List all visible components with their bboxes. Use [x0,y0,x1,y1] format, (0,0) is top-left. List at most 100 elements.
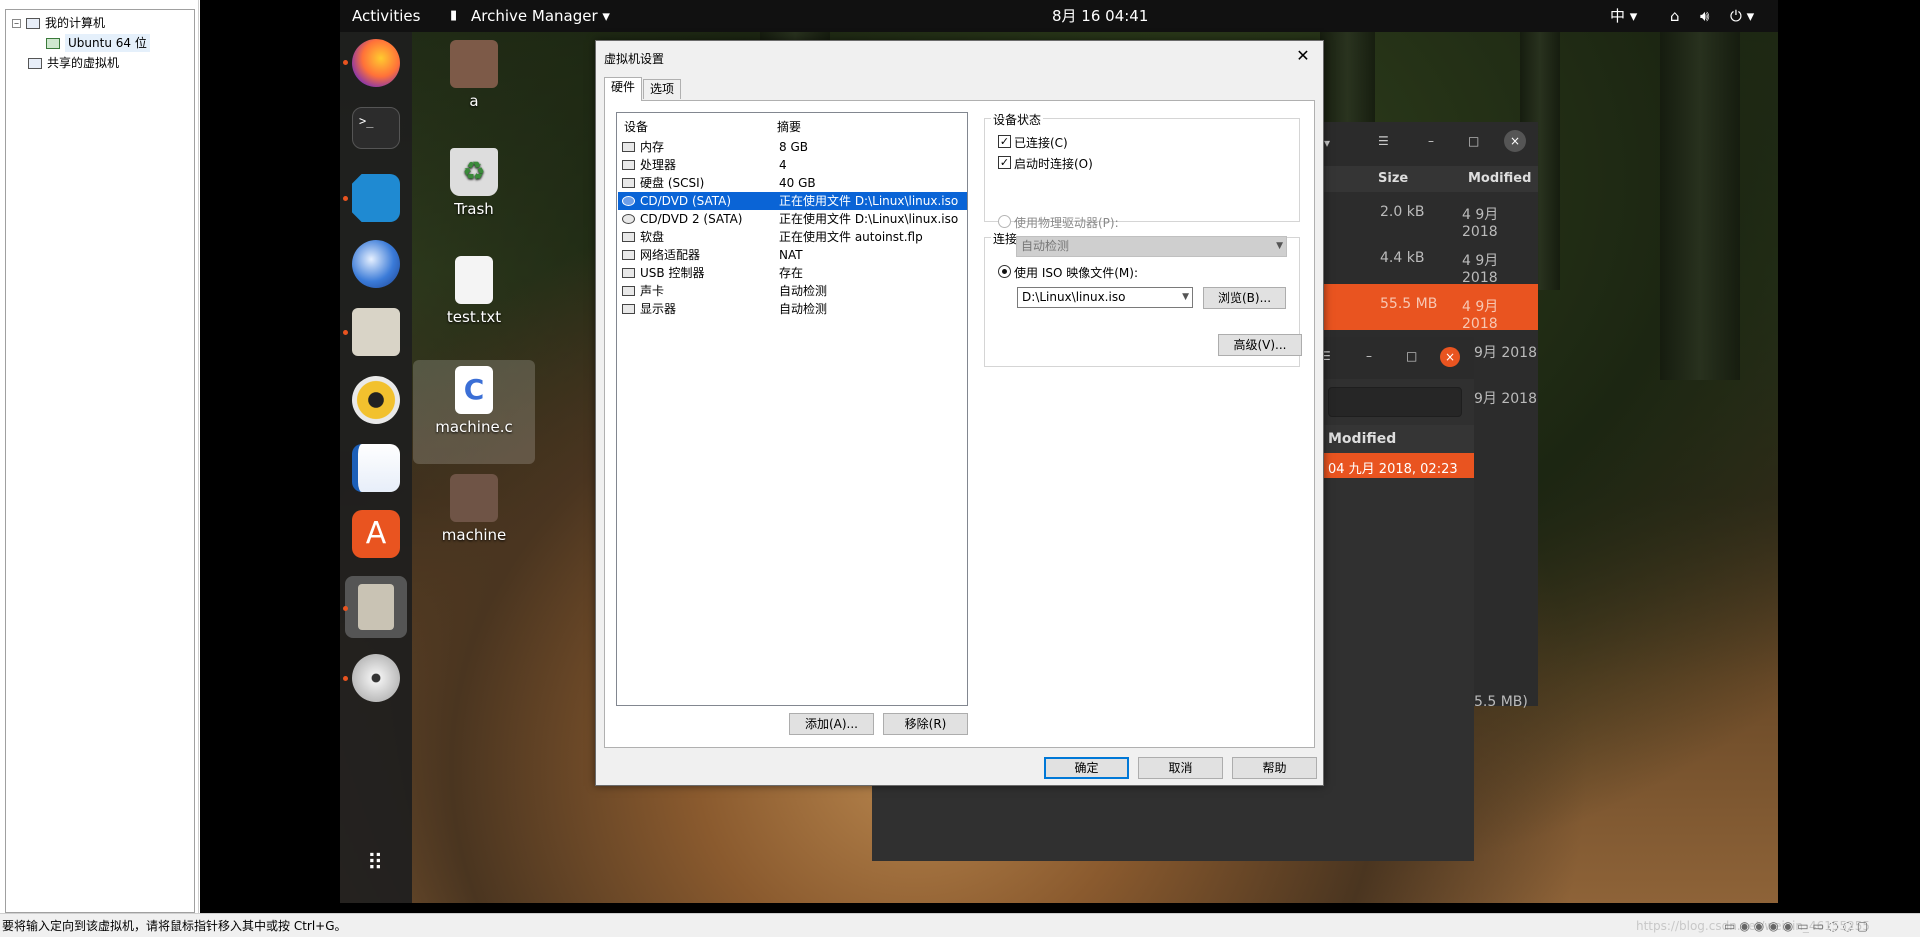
device-name: 内存 [640,140,665,154]
desktop-icon-machine[interactable]: machine [424,474,524,544]
app-grid-icon[interactable]: ⠿ [352,842,400,890]
tree-item-label: Ubuntu 64 位 [65,34,150,52]
table-row-selected[interactable]: 55.5 MB 4 9月 2018 [1294,284,1538,332]
memory-icon [622,142,635,152]
writer-icon[interactable] [352,444,400,492]
tab-options[interactable]: 选项 [643,79,682,99]
physical-drive-label[interactable]: 使用物理驱动器(P): [1014,214,1119,231]
browse-button[interactable]: 浏览(B)... [1203,287,1286,309]
files-icon[interactable] [352,308,400,356]
device-list[interactable]: 设备 摘要 内存 8 GB 处理器 4 硬盘 (SCSI) 40 GB CD/DVD … [616,112,968,706]
headerbar: ▾ ☰ – □ × [1294,122,1538,166]
power-icon[interactable]: ⏻ ▾ [1730,0,1754,32]
close-button[interactable]: ✕ [1291,45,1315,67]
device-row-display[interactable]: 显示器 自动检测 [618,300,967,318]
app-menu[interactable]: Archive Manager ▾ [471,0,610,32]
column-modified[interactable]: Modified [1468,166,1531,192]
device-row-sound[interactable]: 声卡 自动检测 [618,282,967,300]
running-indicator [343,60,348,65]
connect-on-start-label[interactable]: 启动时连接(O) [1014,155,1093,172]
tab-hardware[interactable]: 硬件 [604,77,643,101]
menu-icon[interactable]: ☰ [1378,134,1389,148]
status-bar: 要将输入定向到该虚拟机，请将鼠标指针移入其中或按 Ctrl+G。 https:/… [0,913,1920,937]
text-file-icon [455,256,493,304]
input-method-indicator[interactable]: 中 ▾ [1610,0,1637,32]
desktop-icon-test-txt[interactable]: test.txt [424,256,524,326]
software-icon[interactable]: A [352,510,400,558]
volume-icon[interactable]: 🔊︎ [1700,0,1709,32]
floppy-icon [622,232,635,242]
usb-icon [622,268,635,278]
tree-item-shared-vms[interactable]: 共享的虚拟机 [28,54,119,72]
column-summary[interactable]: 摘要 [777,118,801,135]
device-row-usb[interactable]: USB 控制器 存在 [618,264,967,282]
column-device[interactable]: 设备 [624,118,648,135]
tree-item-ubuntu[interactable]: Ubuntu 64 位 [46,34,150,52]
connected-label[interactable]: 已连接(C) [1014,134,1068,151]
cd-icon [622,196,635,206]
dvd-icon[interactable] [352,654,400,702]
device-name: 软盘 [640,230,665,244]
device-row-hard-disk[interactable]: 硬盘 (SCSI) 40 GB [618,174,967,192]
ubuntu-dock: >_ A ⠿ [340,32,412,903]
device-status-icons[interactable]: ▭◉◉◉◉▭▭◌◌▢ [1724,914,1872,938]
iso-path-combobox[interactable]: D:\Linux\linux.iso ▼ [1017,287,1193,308]
running-indicator [343,676,348,681]
device-row-memory[interactable]: 内存 8 GB [618,138,967,156]
device-row-cd-dvd-2[interactable]: CD/DVD 2 (SATA) 正在使用文件 D:\Linux\linux.iso [618,210,967,228]
cell-size: 2.0 kB [1380,204,1425,220]
minimize-icon[interactable]: – [1428,134,1434,148]
chevron-down-icon: ▼ [1182,292,1189,302]
connected-checkbox[interactable]: ✓ [998,135,1011,148]
column-size[interactable]: Size [1378,166,1408,192]
tree-item-my-computer[interactable]: − 我的计算机 [12,14,105,32]
firefox-icon[interactable] [352,39,400,87]
table-row[interactable]: 4.4 kB 4 9月 2018 [1294,238,1538,286]
archive-icon[interactable] [358,584,394,630]
close-icon[interactable]: × [1504,130,1526,152]
location-field[interactable] [1328,387,1462,417]
desktop-icon-machine-c[interactable]: C machine.c [413,360,535,464]
use-iso-radio[interactable] [998,265,1011,278]
physical-drive-radio[interactable] [998,215,1011,228]
desktop-icon-home[interactable]: a [424,40,524,110]
maximize-icon[interactable]: □ [1406,349,1417,363]
view-icon[interactable]: ▾ [1324,136,1330,150]
maximize-icon[interactable]: □ [1468,134,1479,148]
cancel-button[interactable]: 取消 [1138,757,1223,779]
trash-icon: ♻ [450,148,498,196]
vm-settings-dialog: 虚拟机设置 ✕ 硬件 选项 设备 摘要 内存 8 GB 处理器 4 硬盘 (SCSI… [595,40,1324,786]
activities-button[interactable]: Activities [352,0,420,32]
column-modified[interactable]: Modified [1328,431,1396,447]
collapse-icon[interactable]: − [12,18,21,28]
add-button[interactable]: 添加(A)... [789,713,874,735]
desktop-icon-trash[interactable]: ♻ Trash [424,148,524,218]
minimize-icon[interactable]: – [1366,349,1372,363]
network-icon[interactable]: ⌂ [1670,0,1680,32]
thunderbird-icon[interactable] [352,240,400,288]
clock[interactable]: 8月 16 04:41 [1052,0,1148,32]
device-row-cd-dvd[interactable]: CD/DVD (SATA) 正在使用文件 D:\Linux\linux.iso [618,192,967,210]
connect-on-start-checkbox[interactable]: ✓ [998,156,1011,169]
advanced-button[interactable]: 高级(V)... [1218,334,1302,356]
device-summary: 存在 [779,266,804,280]
use-iso-label[interactable]: 使用 ISO 映像文件(M): [1014,264,1138,281]
terminal-icon[interactable]: >_ [352,107,400,149]
device-name: CD/DVD (SATA) [640,194,732,208]
remove-button[interactable]: 移除(R) [883,713,968,735]
ok-button[interactable]: 确定 [1044,757,1129,779]
dialog-title: 虚拟机设置 [604,52,665,66]
close-icon[interactable]: × [1440,347,1460,367]
device-name: 硬盘 (SCSI) [640,176,705,190]
device-row-processor[interactable]: 处理器 4 [618,156,967,174]
chevron-down-icon: ▼ [1276,241,1283,251]
wallpaper-tree [1660,30,1740,380]
help-button[interactable]: 帮助 [1232,757,1317,779]
vscode-icon[interactable] [352,174,400,222]
device-row-floppy[interactable]: 软盘 正在使用文件 autoinst.flp [618,228,967,246]
computer-icon [26,17,40,29]
device-row-network[interactable]: 网络适配器 NAT [618,246,967,264]
table-row[interactable]: 2.0 kB 4 9月 2018 [1294,192,1538,240]
auto-detect-dropdown[interactable]: 自动检测 ▼ [1016,236,1287,257]
rhythmbox-icon[interactable] [352,376,400,424]
